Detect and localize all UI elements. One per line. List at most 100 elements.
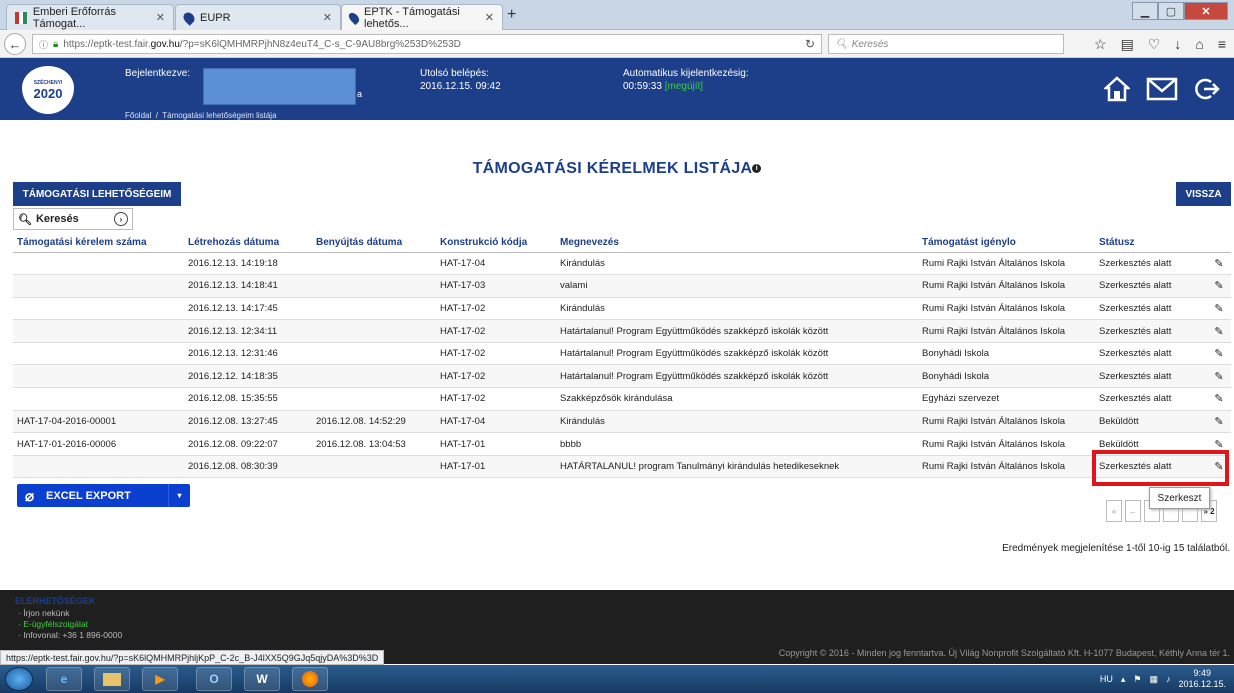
network-icon[interactable]: ▦ xyxy=(1149,674,1158,685)
mail-icon[interactable] xyxy=(1146,76,1178,102)
edit-icon[interactable]: ✎ xyxy=(1211,415,1227,428)
home-icon[interactable] xyxy=(1104,76,1130,102)
clock[interactable]: 9:49 2016.12.15. xyxy=(1178,668,1226,690)
column-header[interactable]: Létrehozás dátuma xyxy=(184,234,312,253)
column-header[interactable]: Benyújtás dátuma xyxy=(312,234,436,253)
request-number-cell xyxy=(13,364,184,389)
table-row[interactable]: 2016.12.13. 14:18:41 HAT-17-03 valami Ru… xyxy=(13,274,1231,298)
browser-tab-2[interactable]: EUPR ✕ xyxy=(175,4,341,30)
construction-code-cell: HAT-17-02 xyxy=(436,364,556,389)
column-header[interactable]: Megnevezés xyxy=(556,234,918,253)
table-row[interactable]: 2016.12.08. 15:35:55 HAT-17-02 Szakképző… xyxy=(13,387,1231,411)
request-number-cell xyxy=(13,274,184,298)
url-bar[interactable]: ⓘ 🔒︎ https://eptk-test.fair.gov.hu/?p=sK… xyxy=(32,34,822,54)
table-row[interactable]: HAT-17-01-2016-00006 2016.12.08. 09:22:0… xyxy=(13,432,1231,456)
word-icon[interactable]: W xyxy=(244,667,280,691)
home-browser-icon[interactable]: ⌂ xyxy=(1195,36,1203,53)
szechenyi-2020-logo[interactable]: SZÉCHENYI 2020 xyxy=(22,66,74,114)
browser-search-input[interactable]: 🔍︎ Keresés xyxy=(828,34,1064,54)
prev-page-button[interactable]: ← xyxy=(1125,500,1141,522)
tray-arrow-icon[interactable]: ▴ xyxy=(1121,674,1126,685)
table-row[interactable]: 2016.12.13. 12:34:11 HAT-17-02 Határtala… xyxy=(13,319,1231,343)
close-icon[interactable]: ✕ xyxy=(485,11,494,24)
info-icon[interactable]: i xyxy=(752,164,762,174)
construction-code-cell: HAT-17-02 xyxy=(436,387,556,411)
table-row[interactable]: 2016.12.13. 12:31:46 HAT-17-02 Határtala… xyxy=(13,342,1231,366)
table-row[interactable]: 2016.12.12. 14:18:35 HAT-17-02 Határtala… xyxy=(13,364,1231,389)
table-row[interactable]: 2016.12.13. 14:17:45 HAT-17-02 Kirándulá… xyxy=(13,297,1231,321)
language-indicator[interactable]: HU xyxy=(1100,674,1113,684)
browser-tab-1[interactable]: Emberi Erőforrás Támogat... ✕ xyxy=(6,4,174,30)
search-toggle[interactable]: 🔍︎ Keresés › xyxy=(13,208,133,230)
status-cell: Szerkesztés alatt xyxy=(1095,387,1207,411)
chevron-down-icon[interactable]: ▾ xyxy=(168,484,190,507)
footer-link-customer-service[interactable]: · E-ügyfélszolgálat xyxy=(18,619,88,629)
footer-link-text: Írjon nekünk xyxy=(23,608,70,618)
column-header[interactable]: Konstrukció kódja xyxy=(436,234,556,253)
browser-toolbar-icons: ☆ ▤ ♡ ↓ ⌂ ≡ xyxy=(1094,36,1226,53)
bookmark-star-icon[interactable]: ☆ xyxy=(1094,36,1107,53)
search-label: Keresés xyxy=(35,213,79,225)
logout-icon[interactable] xyxy=(1194,76,1220,102)
back-button[interactable]: VISSZA xyxy=(1176,182,1231,206)
edit-icon[interactable]: ✎ xyxy=(1211,438,1227,451)
chevron-right-icon[interactable]: › xyxy=(114,212,128,226)
first-page-button[interactable]: « xyxy=(1106,500,1122,522)
edit-icon[interactable]: ✎ xyxy=(1211,370,1227,383)
footer-link-write-us[interactable]: · Írjon nekünk xyxy=(18,608,70,618)
applicant-cell: Bonyhádi Iskola xyxy=(918,342,1095,366)
edit-icon[interactable]: ✎ xyxy=(1211,325,1227,338)
redacted-username xyxy=(203,68,356,105)
minimize-icon[interactable]: ▁ xyxy=(1132,2,1158,20)
pocket-icon[interactable]: ♡ xyxy=(1148,36,1161,53)
ie-icon[interactable]: e xyxy=(46,667,82,691)
submitted-date-cell xyxy=(312,364,436,389)
page-title-text: TÁMOGATÁSI KÉRELMEK LISTÁJA xyxy=(472,160,753,177)
info-icon[interactable]: ⓘ xyxy=(39,38,48,51)
flag-tray-icon[interactable]: ⚑ xyxy=(1133,674,1141,685)
menu-icon[interactable]: ≡ xyxy=(1218,36,1226,53)
table-row[interactable]: 2016.12.08. 08:30:39 HAT-17-01 HATÁRTALA… xyxy=(13,455,1231,479)
outlook-icon[interactable]: O xyxy=(196,667,232,691)
applicant-cell: Rumi Rajki István Általános Iskola xyxy=(918,274,1095,298)
column-header[interactable]: Státusz xyxy=(1095,234,1207,253)
request-number-cell xyxy=(13,319,184,343)
opportunities-button[interactable]: TÁMOGATÁSI LEHETŐSÉGEIM xyxy=(13,182,181,206)
construction-code-cell: HAT-17-04 xyxy=(436,252,556,276)
column-header[interactable]: Támogatási kérelem száma xyxy=(13,234,184,253)
edit-icon[interactable]: ✎ xyxy=(1211,392,1227,405)
breadcrumb-home-link[interactable]: Főoldal xyxy=(125,111,151,120)
firefox-icon[interactable] xyxy=(292,667,328,691)
column-header xyxy=(1207,234,1231,253)
red-highlight-box xyxy=(1092,450,1229,486)
location-pin-icon xyxy=(181,9,197,26)
file-explorer-icon[interactable] xyxy=(94,667,130,691)
window-close-icon[interactable]: ✕ xyxy=(1184,2,1228,20)
edit-icon[interactable]: ✎ xyxy=(1211,347,1227,360)
edit-icon[interactable]: ✎ xyxy=(1211,279,1227,292)
close-icon[interactable]: ✕ xyxy=(156,11,165,24)
submitted-date-cell xyxy=(312,252,436,276)
close-icon[interactable]: ✕ xyxy=(323,11,332,24)
maximize-icon[interactable]: ▢ xyxy=(1158,2,1184,20)
table-row[interactable]: 2016.12.13. 14:19:18 HAT-17-04 Kirándulá… xyxy=(13,252,1231,276)
media-player-icon[interactable]: ▶ xyxy=(142,667,178,691)
reload-icon[interactable]: ↻ xyxy=(805,37,815,51)
renew-session-link[interactable]: [megújít] xyxy=(665,81,703,92)
location-pin-icon xyxy=(346,10,362,25)
download-icon[interactable]: ↓ xyxy=(1174,36,1181,53)
edit-icon[interactable]: ✎ xyxy=(1211,257,1227,270)
submitted-date-cell xyxy=(312,297,436,321)
new-tab-button[interactable]: + xyxy=(507,6,516,24)
edit-icon[interactable]: ✎ xyxy=(1211,302,1227,315)
volume-icon[interactable]: ♪ xyxy=(1166,674,1171,684)
reading-list-icon[interactable]: ▤ xyxy=(1121,36,1134,53)
table-row[interactable]: HAT-17-04-2016-00001 2016.12.08. 13:27:4… xyxy=(13,410,1231,434)
edit-tooltip: Szerkeszt xyxy=(1149,487,1210,509)
browser-tab-3[interactable]: EPTK - Támogatási lehetős... ✕ xyxy=(341,4,503,30)
excel-export-button[interactable]: ⌀ EXCEL EXPORT ▾ xyxy=(17,484,190,507)
windows-start-icon[interactable] xyxy=(5,667,33,691)
applicant-cell: Rumi Rajki István Általános Iskola xyxy=(918,410,1095,434)
back-arrow-icon[interactable]: ← xyxy=(4,33,26,55)
column-header[interactable]: Támogatást igénylo xyxy=(918,234,1095,253)
